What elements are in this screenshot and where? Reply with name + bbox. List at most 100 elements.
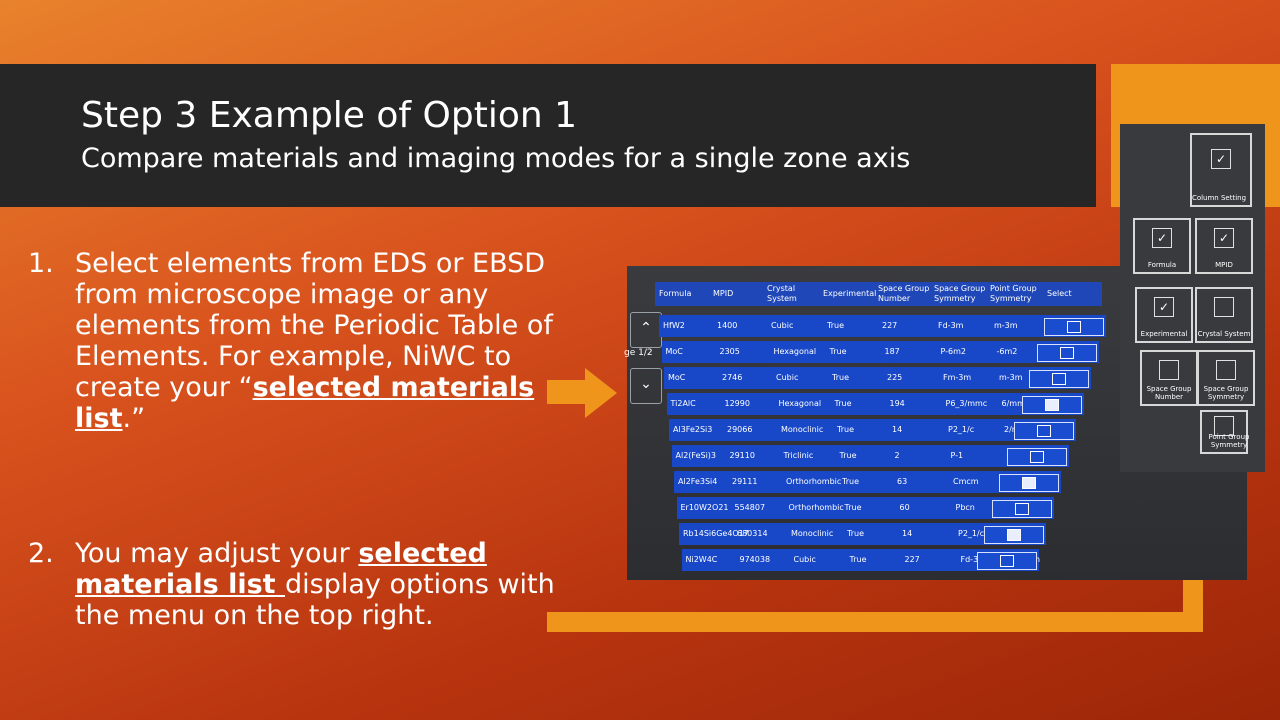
table-row: Ni2W4C974038CubicTrue227Fd-3mm-3m xyxy=(681,549,1040,571)
checked-box-icon xyxy=(1022,477,1036,489)
cell-mpid: 12990 xyxy=(724,399,750,408)
cell-experimental: True xyxy=(827,321,844,330)
col-point-group-symmetry: Point Group Symmetry xyxy=(990,284,1037,303)
toggle-point-group-symmetry[interactable]: Point Group Symmetry xyxy=(1200,410,1249,454)
empty-box-icon xyxy=(1216,360,1236,380)
column-setting-toggle[interactable]: ✓ Column Setting xyxy=(1190,133,1252,207)
col-experimental: Experimental xyxy=(823,289,877,298)
cell-point-group-symmetry: m-3m xyxy=(999,373,1023,382)
cell-formula: Ni2W4C xyxy=(685,555,718,564)
cell-space-group-symmetry: P-6m2 xyxy=(940,347,967,356)
select-checkbox[interactable] xyxy=(1021,396,1082,414)
table-row: Al2(FeSi)329110TriclinicTrue2P-1-1 xyxy=(671,445,1069,467)
cell-formula: Al2(FeSi)3 xyxy=(675,451,717,460)
toggle-formula[interactable]: ✓ Formula xyxy=(1133,218,1191,274)
tile-label: MPID xyxy=(1215,261,1233,269)
cell-space-group-number: 227 xyxy=(904,555,920,564)
cell-formula: Al3Fe2Si3 xyxy=(673,425,713,434)
cell-space-group-number: 2 xyxy=(894,451,900,460)
cell-crystal-system: Monoclinic xyxy=(791,529,834,538)
toggle-mpid[interactable]: ✓ MPID xyxy=(1195,218,1253,274)
select-checkbox[interactable] xyxy=(999,474,1059,492)
col-select: Select xyxy=(1047,289,1072,298)
toggle-crystal-system[interactable]: Crystal System xyxy=(1195,287,1253,343)
select-checkbox[interactable] xyxy=(976,552,1037,570)
cell-experimental: True xyxy=(849,555,867,564)
toggle-space-group-symmetry[interactable]: Space Group Symmetry xyxy=(1197,350,1255,406)
cell-crystal-system: Cubic xyxy=(776,373,799,382)
tile-label: Crystal System xyxy=(1197,330,1251,338)
checked-box-icon xyxy=(1007,529,1021,541)
table-row: HfW2 1400 Cubic True 227 Fd-3m m-3m xyxy=(659,315,1106,337)
cell-point-group-symmetry: -6m2 xyxy=(996,347,1018,356)
col-mpid: MPID xyxy=(713,289,734,298)
tile-label: Column Setting xyxy=(1191,194,1247,202)
cell-mpid: 29111 xyxy=(732,477,758,486)
toggle-experimental[interactable]: ✓ Experimental xyxy=(1135,287,1193,343)
cell-experimental: True xyxy=(834,399,852,408)
select-checkbox[interactable] xyxy=(984,526,1044,544)
cell-experimental: True xyxy=(839,451,857,460)
chevron-down-icon: ⌄ xyxy=(640,376,652,392)
cell-space-group-symmetry: Cmcm xyxy=(953,477,979,486)
select-checkbox[interactable] xyxy=(991,500,1052,518)
table-row: Ti2AlC 12990 Hexagonal True 194 P6_3/mmc 6/mmm xyxy=(666,393,1084,415)
empty-box-icon xyxy=(1059,347,1074,359)
cell-space-group-number: 227 xyxy=(882,321,898,330)
page-up-button[interactable]: ⌃ xyxy=(630,312,662,348)
table-row: MoC 2305 Hexagonal True 187 P-6m2 -6m2 xyxy=(661,341,1099,363)
cell-experimental: True xyxy=(847,529,864,538)
cell-space-group-number: 194 xyxy=(889,399,905,408)
table-header: Formula MPID Crystal System Experimental… xyxy=(655,282,1102,306)
cell-formula: Al2Fe3Si4 xyxy=(678,477,718,486)
step-number: 1. xyxy=(28,248,54,279)
cell-space-group-symmetry: P6_3/mmc xyxy=(945,399,988,408)
cell-space-group-number: 187 xyxy=(884,347,900,356)
empty-box-icon xyxy=(1037,425,1051,437)
col-space-group-number: Space Group Number xyxy=(878,284,930,303)
cell-crystal-system: Hexagonal xyxy=(773,347,817,356)
cell-crystal-system: Cubic xyxy=(771,321,794,330)
cell-experimental: True xyxy=(832,373,849,382)
tile-label: Space Group Symmetry xyxy=(1203,385,1249,401)
empty-box-icon xyxy=(1067,321,1081,333)
page-down-button[interactable]: ⌄ xyxy=(630,368,662,404)
check-icon: ✓ xyxy=(1154,297,1174,317)
select-checkbox[interactable] xyxy=(1029,370,1089,388)
cell-formula: MoC xyxy=(668,373,686,382)
cell-space-group-number: 60 xyxy=(899,503,910,512)
check-icon: ✓ xyxy=(1211,149,1231,169)
tile-label: Experimental xyxy=(1140,330,1188,338)
empty-box-icon xyxy=(1052,373,1066,385)
table-row: Al2Fe3Si429111OrthorhombicTrue63Cmcmmmm xyxy=(674,471,1061,493)
cell-space-group-symmetry: Fm-3m xyxy=(943,373,972,382)
select-checkbox[interactable] xyxy=(1044,318,1104,336)
col-crystal-system: Crystal System xyxy=(767,284,797,303)
elbow-arrow-icon xyxy=(547,612,1203,632)
step-number: 2. xyxy=(28,538,54,569)
cell-crystal-system: Orthorhombic xyxy=(788,503,844,512)
empty-box-icon xyxy=(1214,297,1234,317)
checked-box-icon xyxy=(1044,399,1059,411)
table-row: Al3Fe2Si3 29066 Monoclinic True 14 P2_1/c 2/m xyxy=(669,419,1076,441)
cell-mpid: 680314 xyxy=(737,529,768,538)
table-row: MoC 2746 Cubic True 225 Fm-3m m-3m xyxy=(664,367,1091,389)
right-arrow-icon xyxy=(547,380,587,404)
cell-mpid: 974038 xyxy=(739,555,771,564)
cell-mpid: 554807 xyxy=(734,503,766,512)
chevron-up-icon: ⌃ xyxy=(640,320,652,336)
toggle-space-group-number[interactable]: Space Group Number xyxy=(1140,350,1198,406)
cell-experimental: True xyxy=(837,425,854,434)
cell-space-group-symmetry: P2_1/c xyxy=(958,529,985,538)
empty-box-icon xyxy=(1029,451,1044,463)
select-checkbox[interactable] xyxy=(1014,422,1074,440)
step-text: You may adjust your selected materials l… xyxy=(75,538,555,631)
cell-crystal-system: Monoclinic xyxy=(781,425,824,434)
table-row: Er10W2O21554807OrthorhombicTrue60Pbcnmmm xyxy=(676,497,1054,519)
check-icon: ✓ xyxy=(1214,228,1234,248)
select-checkbox[interactable] xyxy=(1006,448,1067,466)
select-checkbox[interactable] xyxy=(1036,344,1097,362)
cell-space-group-symmetry: Pbcn xyxy=(955,503,975,512)
cell-mpid: 2746 xyxy=(722,373,743,382)
check-icon: ✓ xyxy=(1152,228,1172,248)
